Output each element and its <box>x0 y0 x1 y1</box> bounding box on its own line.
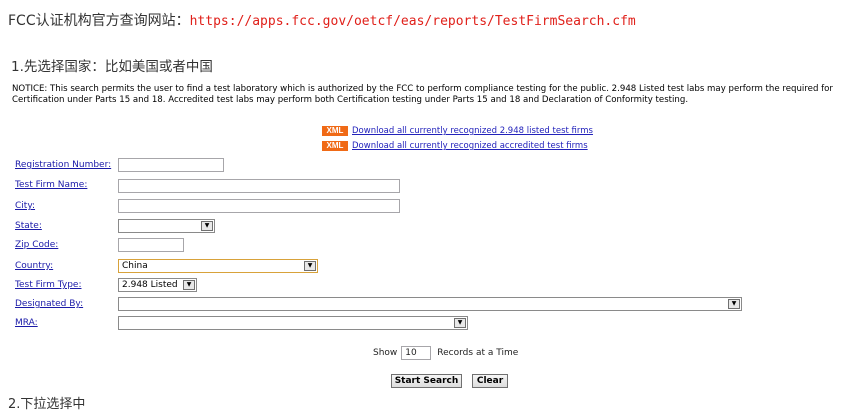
chevron-down-icon[interactable]: ▼ <box>201 221 213 231</box>
step1-heading: 1.先选择国家：比如美国或者中国 <box>11 59 213 75</box>
chevron-down-icon[interactable]: ▼ <box>454 318 466 328</box>
step2-heading-partial: 2.下拉选择中 <box>8 397 86 412</box>
state-select[interactable]: ▼ <box>118 219 215 233</box>
zip-code-label[interactable]: Zip Code: <box>15 240 58 250</box>
xml-icon: XML <box>322 126 348 136</box>
designated-by-label[interactable]: Designated By: <box>15 299 83 309</box>
city-input[interactable] <box>118 199 400 213</box>
records-per-page-input[interactable]: 10 <box>401 346 432 360</box>
download-listed-row[interactable]: XML Download all currently recognized 2.… <box>322 125 593 137</box>
country-label[interactable]: Country: <box>15 261 53 271</box>
chevron-down-icon[interactable]: ▼ <box>304 261 316 271</box>
country-value: China <box>122 261 148 271</box>
records-per-page-row: Show 10 Records at a Time <box>373 346 518 360</box>
city-label[interactable]: City: <box>15 201 35 211</box>
zip-code-input[interactable] <box>118 238 184 252</box>
test-firm-name-label[interactable]: Test Firm Name: <box>15 180 87 190</box>
registration-number-input[interactable] <box>118 158 224 172</box>
fcc-url[interactable]: https://apps.fcc.gov/oetcf/eas/reports/T… <box>190 14 636 29</box>
download-accredited-link[interactable]: Download all currently recognized accred… <box>352 141 588 151</box>
country-select[interactable]: China ▼ <box>118 259 318 273</box>
registration-number-label[interactable]: Registration Number: <box>15 160 111 170</box>
mra-label[interactable]: MRA: <box>15 318 38 328</box>
test-firm-type-value: 2.948 Listed <box>122 280 178 290</box>
intro-line: FCC认证机构官方查询网站：https://apps.fcc.gov/oetcf… <box>8 10 636 30</box>
xml-icon: XML <box>322 141 348 151</box>
test-firm-type-label[interactable]: Test Firm Type: <box>15 280 81 290</box>
test-firm-type-select[interactable]: 2.948 Listed ▼ <box>118 278 197 292</box>
clear-button[interactable]: Clear <box>472 374 508 388</box>
chevron-down-icon[interactable]: ▼ <box>728 299 740 309</box>
mra-select[interactable]: ▼ <box>118 316 468 330</box>
start-search-button[interactable]: Start Search <box>391 374 462 388</box>
download-listed-link[interactable]: Download all currently recognized 2.948 … <box>352 126 593 136</box>
notice-text: NOTICE: This search permits the user to … <box>12 84 833 105</box>
test-firm-name-input[interactable] <box>118 179 400 193</box>
chevron-down-icon[interactable]: ▼ <box>183 280 195 290</box>
state-label[interactable]: State: <box>15 221 42 231</box>
designated-by-select[interactable]: ▼ <box>118 297 742 311</box>
download-accredited-row[interactable]: XML Download all currently recognized ac… <box>322 140 588 152</box>
intro-prefix: FCC认证机构官方查询网站： <box>8 13 190 29</box>
show-suffix: Records at a Time <box>437 348 519 358</box>
show-prefix: Show <box>373 348 398 358</box>
